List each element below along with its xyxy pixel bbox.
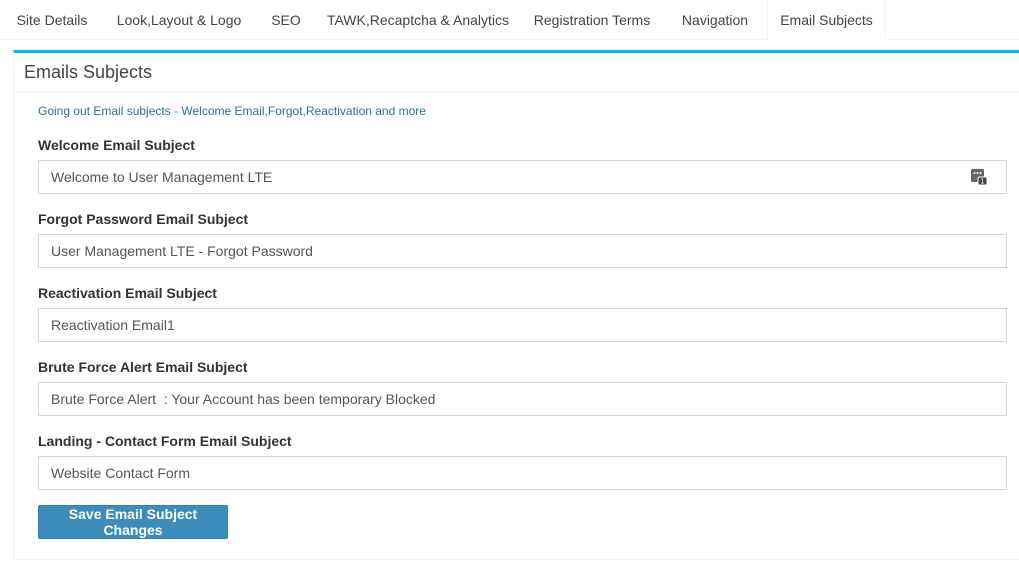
- tab-email-subjects[interactable]: Email Subjects: [767, 0, 886, 40]
- reactivation-subject-input[interactable]: [38, 308, 1007, 342]
- password-manager-icon[interactable]: 1: [970, 168, 988, 186]
- save-email-subjects-button[interactable]: Save Email Subject Changes: [38, 505, 228, 539]
- contact-form-subject-label: Landing - Contact Form Email Subject: [38, 433, 292, 449]
- panel-header: Emails Subjects: [14, 53, 1019, 93]
- brute-force-subject-input[interactable]: [38, 382, 1007, 416]
- reactivation-subject-label: Reactivation Email Subject: [38, 285, 217, 301]
- tab-navigation[interactable]: Navigation: [672, 0, 758, 40]
- forgot-password-subject-input[interactable]: [38, 234, 1007, 268]
- tab-site-details[interactable]: Site Details: [8, 0, 96, 40]
- forgot-password-subject-label: Forgot Password Email Subject: [38, 211, 249, 227]
- tab-seo[interactable]: SEO: [262, 0, 310, 40]
- panel-title: Emails Subjects: [24, 62, 153, 82]
- svg-text:1: 1: [980, 178, 984, 186]
- tab-tawk-recaptcha-analytics[interactable]: TAWK,Recaptcha & Analytics: [324, 0, 512, 40]
- contact-form-subject-input[interactable]: [38, 456, 1007, 490]
- tab-look-layout-logo[interactable]: Look,Layout & Logo: [110, 0, 248, 40]
- tab-registration-terms[interactable]: Registration Terms: [526, 0, 658, 40]
- settings-tabs: Site Details Look,Layout & Logo SEO TAWK…: [0, 0, 1019, 40]
- welcome-subject-label: Welcome Email Subject: [38, 137, 195, 153]
- welcome-subject-input[interactable]: [38, 160, 1007, 194]
- brute-force-subject-label: Brute Force Alert Email Subject: [38, 359, 248, 375]
- panel-description: Going out Email subjects - Welcome Email…: [38, 104, 426, 118]
